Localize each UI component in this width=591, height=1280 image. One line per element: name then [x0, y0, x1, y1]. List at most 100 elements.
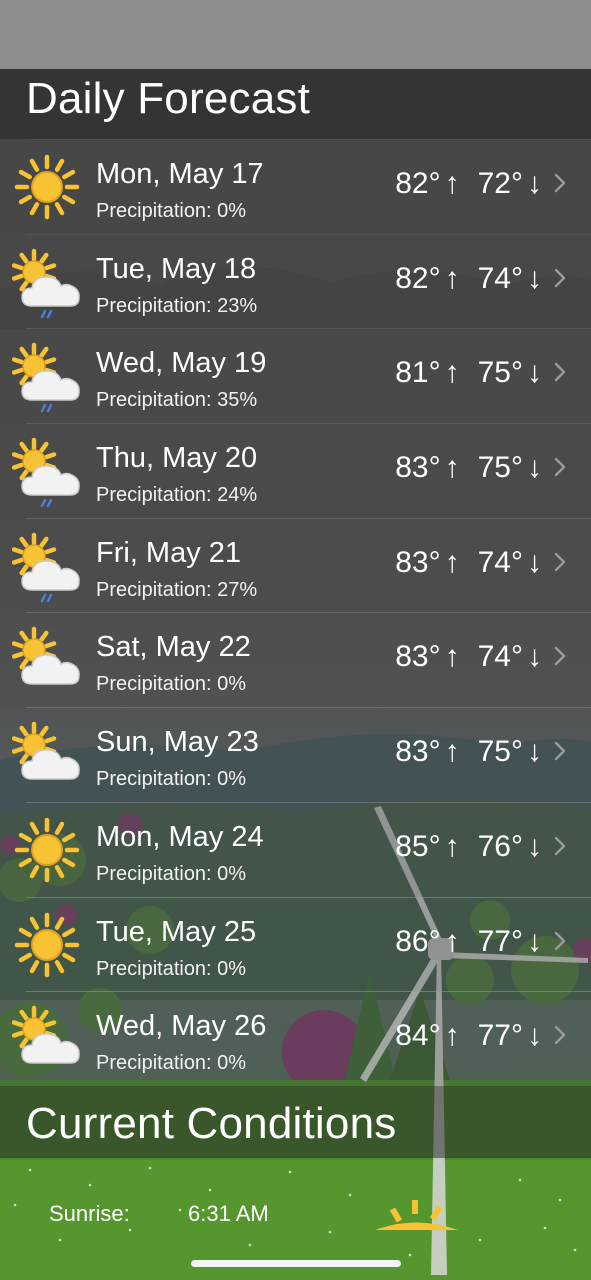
precipitation-text: Precipitation: 0%	[96, 768, 247, 791]
sun-icon	[12, 153, 84, 221]
low-temp: 76°	[477, 829, 523, 863]
sunrise-label: Sunrise:	[49, 1201, 130, 1226]
forecast-date: Sat, May 22	[96, 631, 251, 664]
partly-cloudy-icon	[11, 626, 84, 694]
up-arrow-icon: ↑	[444, 924, 460, 958]
partly-cloudy-rain-icon	[11, 532, 84, 602]
daily-forecast-title: Daily Forecast	[26, 74, 310, 123]
low-temp: 74°	[477, 545, 523, 579]
up-arrow-icon: ↑	[444, 261, 460, 295]
high-temp: 82°	[395, 261, 441, 295]
temperature-range: 83° ↑ 74° ↓	[395, 640, 542, 674]
precipitation-text: Precipitation: 0%	[96, 1052, 247, 1075]
up-arrow-icon: ↑	[444, 1019, 460, 1053]
status-bar	[0, 0, 591, 69]
high-temp: 83°	[395, 545, 441, 579]
home-indicator[interactable]	[191, 1260, 401, 1267]
up-arrow-icon: ↑	[444, 735, 460, 769]
daily-forecast-header: Daily Forecast	[0, 69, 591, 139]
forecast-day-row-9[interactable]: Wed, May 26 Precipitation: 0% 84° ↑ 77° ↓	[0, 991, 591, 1086]
down-arrow-icon: ↓	[527, 829, 542, 863]
forecast-day-row-0[interactable]: Mon, May 17 Precipitation: 0% 82° ↑ 72° ↓	[0, 139, 591, 234]
up-arrow-icon: ↑	[444, 167, 460, 200]
high-temp: 86°	[395, 924, 441, 958]
forecast-day-row-4[interactable]: Fri, May 21 Precipitation: 27% 83° ↑ 74° ↓	[0, 517, 591, 613]
chevron-right-icon	[554, 457, 566, 477]
forecast-date: Wed, May 26	[96, 1010, 267, 1043]
sun-icon	[12, 816, 84, 884]
precipitation-text: Precipitation: 0%	[96, 200, 247, 222]
chevron-right-icon	[554, 647, 566, 666]
partly-cloudy-icon	[11, 721, 84, 789]
chevron-right-icon	[554, 363, 566, 382]
forecast-date: Fri, May 21	[96, 536, 242, 569]
forecast-day-row-6[interactable]: Sun, May 23 Precipitation: 0% 83° ↑ 75° ↓	[0, 707, 591, 802]
weather-app: Daily Forecast Mon, May 17 Precipitation…	[0, 0, 591, 1280]
precipitation-text: Precipitation: 0%	[96, 673, 247, 696]
forecast-date: Tue, May 25	[96, 915, 257, 948]
low-temp: 75°	[477, 451, 523, 485]
up-arrow-icon: ↑	[444, 640, 460, 674]
partly-cloudy-rain-icon	[11, 342, 84, 413]
high-temp: 81°	[395, 356, 441, 390]
temperature-range: 83° ↑ 75° ↓	[395, 735, 542, 769]
temperature-range: 85° ↑ 76° ↓	[395, 830, 542, 864]
low-temp: 75°	[477, 735, 523, 769]
high-temp: 85°	[395, 829, 441, 863]
precipitation-text: Precipitation: 23%	[96, 294, 258, 317]
partly-cloudy-rain-icon	[11, 437, 84, 508]
forecast-date: Tue, May 18	[96, 252, 257, 285]
up-arrow-icon: ↑	[444, 545, 460, 579]
down-arrow-icon: ↓	[527, 735, 542, 769]
sun-icon	[12, 911, 84, 979]
forecast-date: Sun, May 23	[96, 726, 259, 759]
forecast-day-row-1[interactable]: Tue, May 18 Precipitation: 23% 82° ↑ 74° ↓	[0, 233, 591, 329]
temperature-range: 83° ↑ 75° ↓	[395, 451, 542, 485]
sunrise-value: 6:31 AM	[188, 1201, 269, 1226]
low-temp: 77°	[477, 1019, 523, 1053]
high-temp: 84°	[395, 1019, 441, 1053]
down-arrow-icon: ↓	[527, 356, 542, 390]
down-arrow-icon: ↓	[527, 167, 542, 200]
down-arrow-icon: ↓	[527, 545, 542, 579]
chevron-right-icon	[554, 741, 566, 761]
precipitation-text: Precipitation: 0%	[96, 957, 247, 980]
forecast-date: Mon, May 17	[96, 158, 264, 190]
temperature-range: 81° ↑ 75° ↓	[395, 356, 542, 390]
forecast-day-row-5[interactable]: Sat, May 22 Precipitation: 0% 83° ↑ 74° ↓	[0, 612, 591, 708]
low-temp: 74°	[477, 640, 523, 674]
high-temp: 83°	[395, 451, 441, 485]
low-temp: 74°	[477, 261, 523, 295]
low-temp: 77°	[477, 924, 523, 958]
current-conditions-header: Current Conditions	[0, 1086, 591, 1158]
precipitation-text: Precipitation: 0%	[96, 862, 247, 885]
forecast-day-row-7[interactable]: Mon, May 24 Precipitation: 0% 85° ↑ 76° ↓	[0, 801, 591, 897]
partly-cloudy-icon	[11, 1005, 84, 1073]
temperature-range: 86° ↑ 77° ↓	[395, 925, 542, 959]
down-arrow-icon: ↓	[527, 451, 542, 485]
temperature-range: 82° ↑ 72° ↓	[395, 167, 542, 201]
chevron-right-icon	[554, 268, 566, 287]
forecast-date: Mon, May 24	[96, 820, 264, 853]
chevron-right-icon	[554, 552, 566, 571]
high-temp: 83°	[395, 735, 441, 769]
chevron-right-icon	[554, 173, 566, 193]
up-arrow-icon: ↑	[444, 451, 460, 485]
down-arrow-icon: ↓	[527, 640, 542, 674]
chevron-right-icon	[554, 1025, 566, 1045]
temperature-range: 83° ↑ 74° ↓	[395, 546, 542, 580]
chevron-right-icon	[554, 836, 566, 856]
current-conditions-title: Current Conditions	[26, 1099, 397, 1148]
forecast-day-row-2[interactable]: Wed, May 19 Precipitation: 35% 81° ↑ 75° ↓	[0, 328, 591, 424]
up-arrow-icon: ↑	[444, 356, 460, 390]
precipitation-text: Precipitation: 27%	[96, 578, 258, 601]
down-arrow-icon: ↓	[527, 1019, 542, 1053]
forecast-day-row-3[interactable]: Thu, May 20 Precipitation: 24% 83° ↑ 75° ↓	[0, 423, 591, 518]
precipitation-text: Precipitation: 24%	[96, 484, 258, 507]
forecast-date: Wed, May 19	[96, 347, 267, 380]
precipitation-text: Precipitation: 35%	[96, 389, 258, 412]
partly-cloudy-rain-icon	[11, 248, 84, 318]
low-temp: 75°	[477, 356, 523, 390]
temperature-range: 82° ↑ 74° ↓	[395, 262, 542, 296]
forecast-day-row-8[interactable]: Tue, May 25 Precipitation: 0% 86° ↑ 77° ↓	[0, 896, 591, 992]
